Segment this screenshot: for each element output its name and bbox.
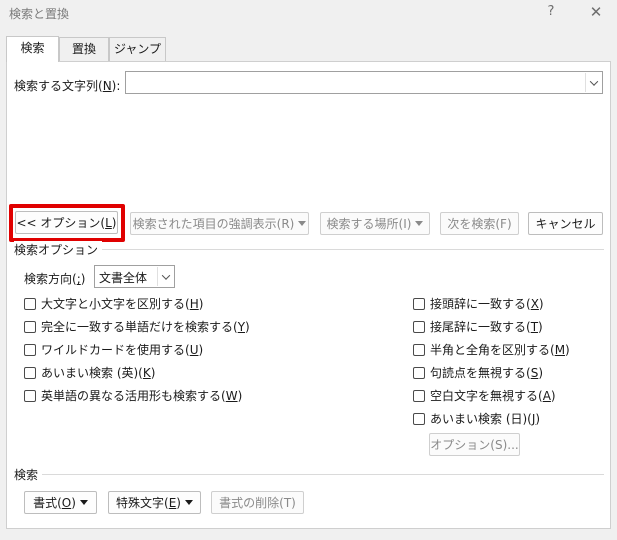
find-what-dropdown[interactable] — [585, 73, 601, 92]
search-direction-dropdown[interactable] — [157, 267, 173, 286]
tab-goto[interactable]: ジャンプ — [109, 37, 166, 61]
find-what-combo[interactable] — [125, 71, 603, 94]
close-button[interactable]: ✕ — [585, 2, 607, 22]
checkbox-box[interactable] — [413, 320, 425, 333]
checkbox-box[interactable] — [24, 389, 36, 402]
checkbox-match-prefix[interactable]: 接頭辞に一致する(X) — [413, 295, 544, 312]
find-what-input[interactable] — [128, 73, 583, 92]
options-toggle-button[interactable]: << オプション(L) — [15, 211, 118, 234]
checkbox-ignore-punctuation[interactable]: 句読点を無視する(S) — [413, 364, 543, 381]
checkbox-word-forms[interactable]: 英単語の異なる活用形も検索する(W) — [24, 387, 242, 404]
checkbox-box[interactable] — [413, 412, 425, 425]
checkbox-box[interactable] — [413, 389, 425, 402]
checkbox-box[interactable] — [413, 366, 425, 379]
search-options-separator — [14, 249, 604, 250]
find-what-label: 検索する文字列(N): — [14, 79, 121, 93]
checkbox-match-case[interactable]: 大文字と小文字を区別する(H) — [24, 295, 203, 312]
checkbox-box[interactable] — [24, 343, 36, 356]
dropdown-arrow-icon — [184, 500, 193, 505]
find-in-button[interactable]: 検索する場所(I) — [320, 212, 430, 235]
dropdown-arrow-icon — [79, 500, 88, 505]
checkbox-box[interactable] — [413, 297, 425, 310]
chevron-down-icon — [161, 270, 170, 280]
checkbox-box[interactable] — [24, 366, 36, 379]
format-button[interactable]: 書式(O) — [24, 491, 97, 514]
checkbox-whole-words[interactable]: 完全に一致する単語だけを検索する(Y) — [24, 318, 250, 335]
checkbox-box[interactable] — [24, 320, 36, 333]
search-direction-value: 文書全体 — [99, 271, 148, 285]
checkbox-box[interactable] — [24, 297, 36, 310]
find-section-title: 検索 — [14, 466, 43, 483]
checkbox-match-suffix[interactable]: 接尾辞に一致する(T) — [413, 318, 543, 335]
fuzzy-options-button[interactable]: オプション(S)... — [429, 433, 520, 456]
checkbox-wildcards[interactable]: ワイルドカードを使用する(U) — [24, 341, 203, 358]
tab-replace[interactable]: 置換 — [59, 37, 109, 61]
reading-highlight-button[interactable]: 検索された項目の強調表示(R) — [130, 212, 309, 235]
tab-find[interactable]: 検索 — [6, 36, 59, 62]
window-title: 検索と置換 — [9, 7, 70, 21]
search-direction-select[interactable]: 文書全体 — [94, 265, 175, 288]
special-button[interactable]: 特殊文字(E) — [108, 491, 201, 514]
checkbox-match-width[interactable]: 半角と全角を区別する(M) — [413, 341, 570, 358]
checkbox-box[interactable] — [413, 343, 425, 356]
checkbox-ignore-whitespace[interactable]: 空白文字を無視する(A) — [413, 387, 556, 404]
help-button[interactable]: ? — [540, 2, 562, 22]
checkbox-sounds-like-japanese[interactable]: あいまい検索 (日)(J) — [413, 410, 540, 427]
search-options-title: 検索オプション — [14, 241, 103, 258]
dropdown-arrow-icon — [415, 221, 424, 226]
find-section-separator — [14, 474, 604, 475]
search-direction-label: 検索方向(;) — [24, 272, 86, 286]
dropdown-arrow-icon — [298, 221, 307, 226]
find-next-button[interactable]: 次を検索(F) — [440, 212, 519, 235]
no-formatting-button[interactable]: 書式の削除(T) — [211, 491, 304, 514]
cancel-button[interactable]: キャンセル — [528, 212, 603, 235]
chevron-down-icon — [589, 76, 598, 86]
checkbox-sounds-like[interactable]: あいまい検索 (英)(K) — [24, 364, 155, 381]
